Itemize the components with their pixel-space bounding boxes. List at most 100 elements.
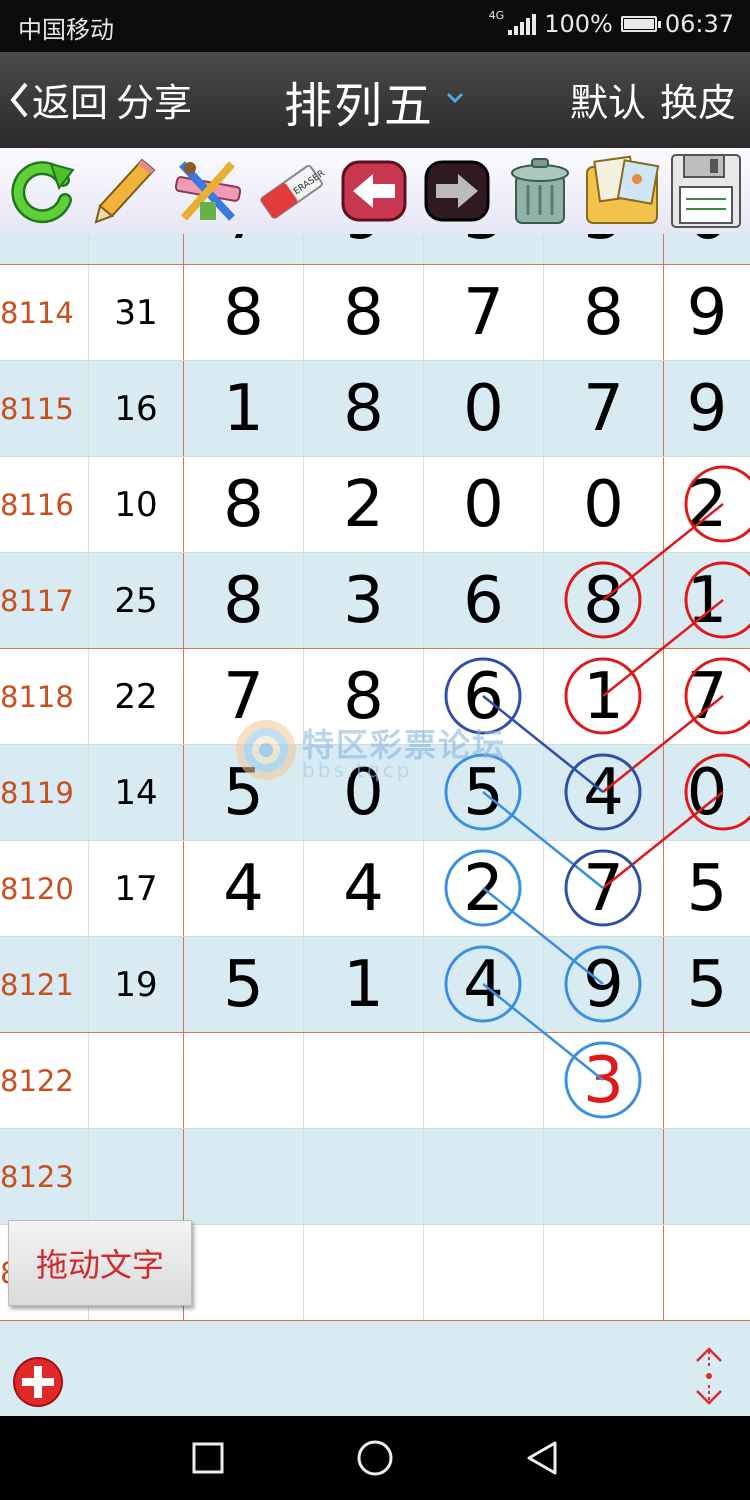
digit-cell[interactable]: 1 — [303, 937, 423, 1033]
digit-cell[interactable]: 7 — [183, 649, 303, 745]
sum-cell — [88, 234, 183, 265]
digit-cell[interactable]: 4 — [303, 841, 423, 937]
status-right: 4G 100% 06:37 — [489, 10, 734, 38]
digit-cell[interactable]: 3 — [543, 1033, 663, 1129]
signal-icon — [508, 13, 537, 35]
digit-cell[interactable]: 8 — [543, 265, 663, 361]
digit-cell[interactable]: 2 — [663, 457, 750, 553]
data-grid: 7 9 3 5 6 811431887898115161807981161082… — [0, 234, 750, 1320]
digit-cell[interactable]: 2 — [303, 457, 423, 553]
digit-cell[interactable]: 9 — [663, 361, 750, 457]
issue-id: 8117 — [0, 584, 74, 618]
digit-cell[interactable] — [663, 1129, 750, 1225]
table-row: 8122 3 — [0, 1032, 750, 1129]
digit-cell[interactable]: 5 — [183, 937, 303, 1033]
digit-cell[interactable] — [183, 1225, 303, 1320]
digit-cell[interactable]: 1 — [183, 361, 303, 457]
digit-cell[interactable] — [303, 1225, 423, 1320]
sum-cell: 10 — [88, 457, 183, 553]
digit-cell[interactable]: 8 — [303, 361, 423, 457]
digit-cell[interactable] — [423, 1129, 543, 1225]
digit-cell[interactable]: 4 — [183, 841, 303, 937]
digit-cell[interactable] — [303, 1033, 423, 1129]
back-arrow-icon[interactable] — [332, 148, 415, 234]
pencil-icon[interactable] — [83, 148, 166, 234]
digit-cell[interactable]: 7 — [543, 841, 663, 937]
digit-cell[interactable]: 0 — [303, 745, 423, 841]
digit-cell: 7 — [183, 234, 303, 265]
digit-cell[interactable]: 7 — [543, 361, 663, 457]
digit-cell[interactable]: 4 — [423, 937, 543, 1033]
digit-cell[interactable] — [423, 1225, 543, 1320]
digit-cell[interactable]: 3 — [303, 553, 423, 649]
eraser-icon[interactable]: ERASER — [249, 148, 332, 234]
brush-pencils-icon[interactable] — [166, 148, 249, 234]
recent-apps-icon[interactable] — [148, 1416, 268, 1500]
digit-cell[interactable]: 0 — [663, 745, 750, 841]
save-disk-icon[interactable] — [664, 148, 747, 234]
digit-cell[interactable]: 8 — [303, 649, 423, 745]
battery-level — [623, 19, 654, 29]
digit-cell[interactable]: 6 — [423, 553, 543, 649]
digit-cell[interactable]: 8 — [183, 265, 303, 361]
digit-cell[interactable]: 2 — [423, 841, 543, 937]
digit-cell[interactable]: 8 — [543, 553, 663, 649]
digit-cell[interactable] — [183, 1129, 303, 1225]
table-row: 8116 10 8 2 0 0 2 — [0, 456, 750, 553]
digit-cell[interactable]: 7 — [423, 265, 543, 361]
refresh-icon[interactable] — [0, 148, 83, 234]
sum-cell — [88, 1129, 183, 1225]
digit-cell[interactable] — [423, 1033, 543, 1129]
digit-cell[interactable]: 8 — [303, 265, 423, 361]
digit-cell[interactable]: 9 — [663, 265, 750, 361]
carrier-label: 中国移动 — [18, 16, 114, 44]
digit-cell[interactable]: 0 — [423, 361, 543, 457]
digit-cell[interactable]: 5 — [423, 745, 543, 841]
digit-cell[interactable]: 5 — [183, 745, 303, 841]
digit-cell[interactable]: 0 — [543, 457, 663, 553]
navigation-bar — [0, 1416, 750, 1500]
digit-cell[interactable] — [663, 1033, 750, 1129]
vertical-resize-icon[interactable] — [694, 1347, 724, 1405]
digit-cell[interactable]: 8 — [183, 553, 303, 649]
digit-cell[interactable] — [543, 1129, 663, 1225]
digit-cell[interactable]: 5 — [663, 937, 750, 1033]
share-button[interactable]: 分享 — [116, 72, 192, 127]
back-icon[interactable] — [482, 1416, 602, 1500]
digit-cell[interactable] — [183, 1033, 303, 1129]
add-circle-icon[interactable] — [12, 1356, 64, 1408]
digit-cell[interactable]: 7 — [663, 649, 750, 745]
issue-id: 8123 — [0, 1160, 74, 1194]
digit-cell[interactable]: 0 — [423, 457, 543, 553]
digit-cell[interactable] — [663, 1225, 750, 1320]
digit-cell[interactable]: 5 — [663, 841, 750, 937]
digit-cell[interactable] — [543, 1225, 663, 1320]
table-row: 8119 14 5 0 5 4 0 — [0, 744, 750, 841]
page-title[interactable]: 排列五 — [284, 66, 434, 136]
gallery-icon[interactable] — [581, 148, 664, 234]
bottom-bar — [0, 1320, 750, 1417]
sum-cell — [88, 1033, 183, 1129]
digit-cell[interactable]: 1 — [543, 649, 663, 745]
chevron-left-icon — [10, 82, 28, 117]
table-row: 8121 19 5 1 4 9 5 — [0, 936, 750, 1033]
digit-cell[interactable]: 8 — [183, 457, 303, 553]
digit-cell[interactable]: 1 — [663, 553, 750, 649]
digit-cell[interactable]: 6 — [423, 649, 543, 745]
forward-arrow-icon[interactable] — [415, 148, 498, 234]
chevron-down-icon[interactable] — [446, 92, 464, 104]
trash-icon[interactable] — [498, 148, 581, 234]
table-row: 8118 22 7 8 6 1 7 — [0, 648, 750, 745]
digit-cell[interactable] — [303, 1129, 423, 1225]
home-icon[interactable] — [315, 1416, 435, 1500]
table-row: 8117 25 8 3 6 8 1 — [0, 552, 750, 649]
sum-cell: 14 — [88, 745, 183, 841]
sum-cell: 31 — [88, 265, 183, 361]
drag-text-button[interactable]: 拖动文字 — [8, 1220, 192, 1306]
back-button[interactable]: 返回 — [8, 72, 108, 127]
digit-cell[interactable]: 9 — [543, 937, 663, 1033]
digit-cell: 5 — [543, 234, 663, 265]
digit-cell[interactable]: 4 — [543, 745, 663, 841]
default-button[interactable]: 默认 — [570, 72, 646, 127]
change-skin-button[interactable]: 换皮 — [660, 72, 736, 127]
